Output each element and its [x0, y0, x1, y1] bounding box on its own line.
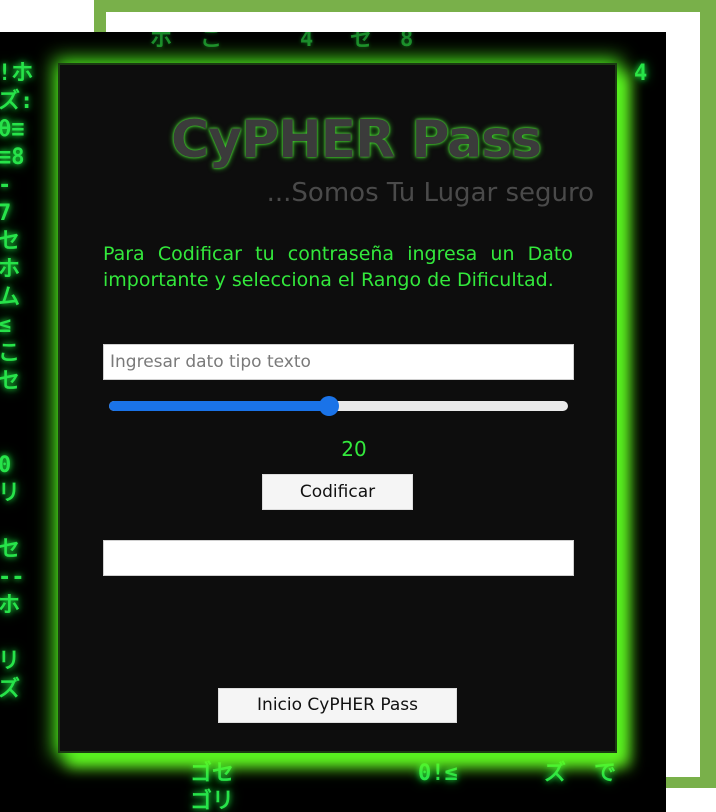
matrix-glyph: 0!≤	[418, 761, 458, 786]
difficulty-slider[interactable]	[109, 396, 568, 416]
difficulty-value: 20	[341, 437, 367, 461]
matrix-column-right: 4	[634, 61, 648, 86]
encoded-output-field[interactable]	[103, 540, 574, 576]
instructions-text: Para Codificar tu contraseña ingresa un …	[103, 243, 573, 291]
matrix-glyph: セ	[350, 32, 373, 52]
matrix-glyph: で	[594, 761, 617, 786]
matrix-glyph: ズ	[544, 761, 567, 786]
app-tagline: ...Somos Tu Lugar seguro	[266, 178, 594, 208]
matrix-glyph: 4	[300, 32, 314, 52]
matrix-glyph: 8	[400, 32, 414, 52]
encode-button[interactable]: Codificar	[262, 474, 413, 510]
difficulty-slider-fill	[109, 401, 330, 411]
app-logo-title: CyPHER Pass	[170, 110, 542, 170]
matrix-glyph: ゴリ	[190, 789, 235, 812]
matrix-glyph: ゴセ	[190, 761, 235, 786]
home-button[interactable]: Inicio CyPHER Pass	[218, 688, 457, 723]
secret-text-input[interactable]	[103, 344, 574, 380]
